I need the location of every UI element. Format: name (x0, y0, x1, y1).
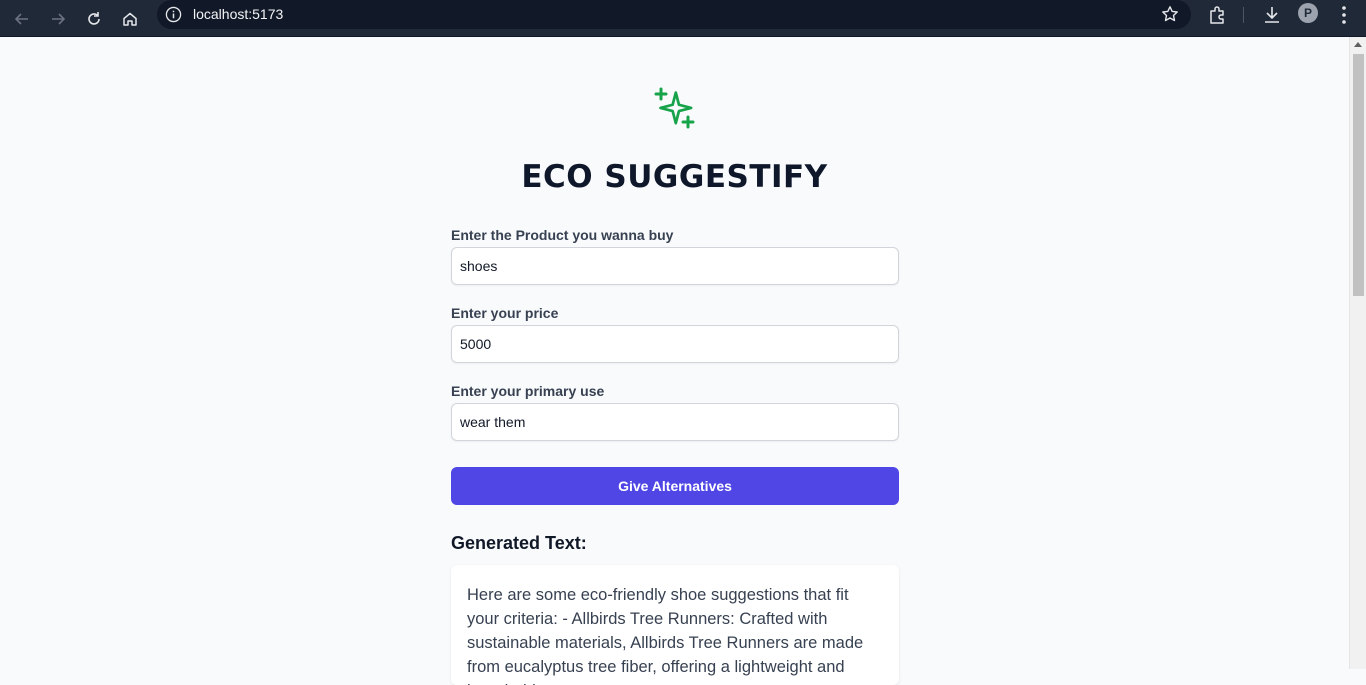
page-scrollbar[interactable] (1349, 37, 1366, 669)
forward-button[interactable] (45, 6, 71, 32)
product-input[interactable] (451, 247, 899, 285)
profile-avatar[interactable]: P (1298, 3, 1318, 23)
extensions-icon[interactable] (1207, 4, 1229, 26)
product-label: Enter the Product you wanna buy (451, 227, 674, 243)
reload-button[interactable] (81, 6, 107, 32)
give-alternatives-button[interactable]: Give Alternatives (451, 467, 899, 505)
info-icon[interactable] (165, 6, 182, 23)
page-title: ECO SUGGESTIFY (521, 159, 828, 195)
product-field: Enter the Product you wanna buy (451, 227, 899, 285)
arrow-right-icon (52, 13, 66, 25)
more-options-icon[interactable] (1334, 4, 1354, 26)
url-text[interactable]: localhost:5173 (193, 6, 283, 22)
download-icon[interactable] (1261, 4, 1283, 26)
result-heading: Generated Text: (451, 533, 587, 553)
home-icon (123, 12, 137, 26)
sparkles-icon (654, 87, 695, 129)
toolbar-divider (1243, 7, 1244, 23)
bookmark-star-icon[interactable] (1161, 5, 1179, 23)
home-button[interactable] (117, 6, 143, 32)
price-input[interactable] (451, 325, 899, 363)
scrollbar-thumb[interactable] (1353, 54, 1364, 296)
reload-icon (88, 12, 100, 25)
use-field: Enter your primary use (451, 383, 899, 441)
address-bar[interactable]: localhost:5173 (157, 0, 1191, 29)
app-page: ECO SUGGESTIFY Enter the Product you wan… (0, 37, 1349, 685)
price-field: Enter your price (451, 305, 899, 363)
result-card: Here are some eco-friendly shoe suggesti… (451, 565, 899, 685)
price-label: Enter your price (451, 305, 559, 321)
back-button[interactable] (9, 6, 35, 32)
result-text: Here are some eco-friendly shoe suggesti… (467, 586, 864, 685)
browser-toolbar: localhost:5173 P (0, 0, 1366, 37)
use-input[interactable] (451, 403, 899, 441)
arrow-left-icon (14, 13, 28, 25)
use-label: Enter your primary use (451, 383, 605, 399)
scroll-up-arrow-icon[interactable] (1354, 42, 1362, 47)
